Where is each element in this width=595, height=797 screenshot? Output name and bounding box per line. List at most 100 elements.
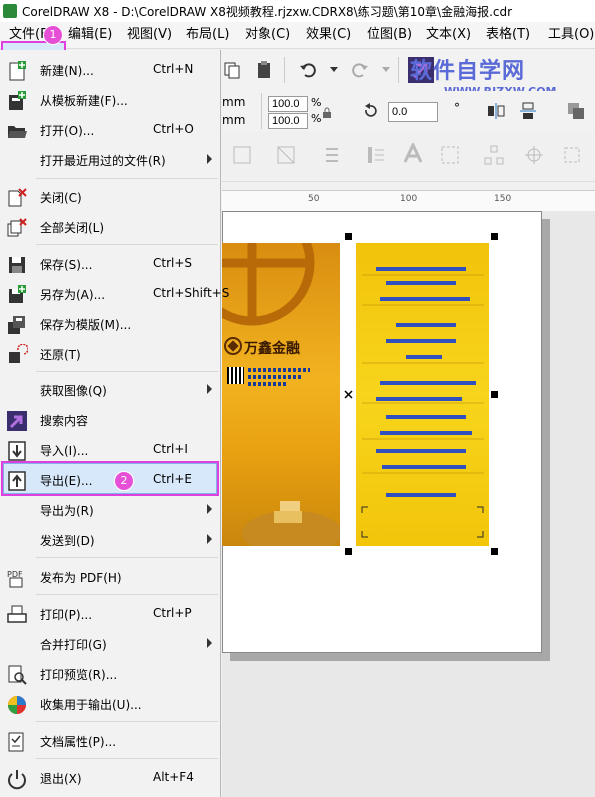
rotate-icon xyxy=(365,103,377,117)
selection-handle[interactable] xyxy=(491,548,498,555)
menu-item-close-all[interactable]: 全部关闭(L) xyxy=(0,213,220,242)
save-template-icon xyxy=(8,316,25,334)
poster-back[interactable] xyxy=(356,243,489,546)
menu-item-print-merge[interactable]: 合并打印(G) xyxy=(0,630,220,659)
redo-icon[interactable] xyxy=(350,60,370,80)
align-icon[interactable] xyxy=(322,145,342,165)
menu-item-search-content[interactable]: 搜索内容 xyxy=(0,406,220,435)
scale-y-input[interactable] xyxy=(268,113,308,129)
menu-item-export-as[interactable]: 导出为(R) xyxy=(0,496,220,525)
close-all-icon xyxy=(7,218,27,237)
menu-item-document-properties[interactable]: 文档属性(P)... xyxy=(0,727,220,756)
menu-item-label: 退出(X) xyxy=(40,772,82,786)
new-document-icon xyxy=(9,61,26,81)
mirror-horizontal-icon[interactable] xyxy=(486,101,506,121)
scale-x-input[interactable] xyxy=(268,96,308,112)
menu-item-exit[interactable]: 退出(X) Alt+F4 xyxy=(0,764,220,793)
poster-info-line xyxy=(248,368,310,372)
menu-item-shortcut: Alt+F4 xyxy=(153,770,194,784)
menu-item-shortcut: Ctrl+N xyxy=(153,62,194,76)
menu-item-new-from-template[interactable]: 从模板新建(F)... xyxy=(0,86,220,115)
menu-item-label: 导出为(R) xyxy=(40,504,94,518)
text-frame-icon[interactable] xyxy=(366,145,386,165)
menu-item-revert[interactable]: 还原(T) xyxy=(0,340,220,369)
menu-item-close[interactable]: 关闭(C) xyxy=(0,183,220,212)
menu-item-save-as[interactable]: 另存为(A)... Ctrl+Shift+S xyxy=(0,280,229,309)
menu-item-label: 打印预览(R)... xyxy=(40,668,118,682)
menu-item-print-preview[interactable]: 打印预览(R)... xyxy=(0,660,220,689)
menu-item-label: 全部关闭(L) xyxy=(40,221,105,235)
selection-handle[interactable] xyxy=(491,391,498,398)
menu-item-acquire-image[interactable]: 获取图像(Q) xyxy=(0,376,220,405)
menu-separator xyxy=(36,178,218,179)
menu-item-open-recent[interactable]: 打开最近用过的文件(R) xyxy=(0,146,220,175)
selection-handle[interactable] xyxy=(491,233,498,240)
menu-item-print[interactable]: 打印(P)... Ctrl+P xyxy=(0,600,220,629)
redo-dropdown-icon[interactable] xyxy=(382,67,390,73)
paste-icon[interactable] xyxy=(254,60,274,80)
menu-item-publish-pdf[interactable]: PDF 发布为 PDF(H) xyxy=(0,563,220,592)
menu-item-save[interactable]: 保存(S)... Ctrl+S xyxy=(0,250,220,279)
menu-effects[interactable]: 效果(C) xyxy=(306,25,351,45)
menu-item-shortcut: Ctrl+E xyxy=(153,472,192,486)
menu-item-label: 新建(N)... xyxy=(40,64,94,78)
menu-tools[interactable]: 工具(O) xyxy=(548,25,594,45)
print-icon xyxy=(7,605,27,623)
horizontal-ruler[interactable]: 50 100 150 xyxy=(222,190,595,212)
convert-curve-icon[interactable] xyxy=(440,145,460,165)
menu-item-collect-output[interactable]: 收集用于输出(U)... xyxy=(0,690,220,719)
submenu-arrow-icon xyxy=(207,504,212,514)
ruler-tick-label: 150 xyxy=(494,194,512,204)
menu-item-shortcut: Ctrl+Shift+S xyxy=(153,286,230,300)
selection-handle[interactable] xyxy=(345,548,352,555)
menu-item-shortcut: Ctrl+S xyxy=(153,256,193,270)
menu-layout[interactable]: 布局(L) xyxy=(186,25,229,45)
menu-text[interactable]: 文本(X) xyxy=(426,25,471,45)
menu-item-save-template[interactable]: 保存为模版(M)... xyxy=(0,310,220,339)
coreldraw-app-icon xyxy=(3,4,17,18)
menu-table[interactable]: 表格(T) xyxy=(486,25,530,45)
simplify-icon[interactable] xyxy=(276,145,296,165)
menu-separator xyxy=(36,721,218,722)
menu-item-import[interactable]: 导入(I)... Ctrl+I xyxy=(0,436,220,465)
ruler-tick-label: 50 xyxy=(308,194,320,204)
toolbar-divider xyxy=(284,57,285,83)
menu-item-label: 文档属性(P)... xyxy=(40,735,117,749)
target-icon[interactable] xyxy=(524,145,544,165)
mirror-vertical-icon[interactable] xyxy=(518,101,538,121)
menu-item-open[interactable]: 打开(O)... Ctrl+O xyxy=(0,116,220,145)
bounding-box-icon[interactable] xyxy=(562,145,582,165)
undo-icon[interactable] xyxy=(298,60,318,80)
menu-view[interactable]: 视图(V) xyxy=(127,25,172,45)
menu-item-new[interactable]: 新建(N)... Ctrl+N xyxy=(0,56,220,85)
menu-item-label: 还原(T) xyxy=(40,348,81,362)
menu-edit[interactable]: 编辑(E) xyxy=(68,25,112,45)
menu-object[interactable]: 对象(C) xyxy=(245,25,290,45)
selection-handle[interactable] xyxy=(345,233,352,240)
arrange-icon[interactable] xyxy=(566,101,586,121)
menu-bar: 文件(F) 编辑(E) 视图(V) 布局(L) 对象(C) 效果(C) 位图(B… xyxy=(0,22,595,72)
menu-item-label: 发布为 PDF(H) xyxy=(40,571,122,585)
menu-item-label: 保存(S)... xyxy=(40,258,93,272)
submenu-arrow-icon xyxy=(207,154,212,164)
menu-bitmaps[interactable]: 位图(B) xyxy=(367,25,412,45)
pdf-icon: PDF xyxy=(7,570,23,588)
watermark-title: 软件自学网 xyxy=(410,59,526,84)
text-tool-icon[interactable] xyxy=(402,143,424,165)
menu-item-label: 搜索内容 xyxy=(40,414,89,428)
submenu-arrow-icon xyxy=(207,638,212,648)
node-icon[interactable] xyxy=(484,145,504,165)
menu-separator xyxy=(36,594,218,595)
title-bar: CorelDRAW X8 - D:\CorelDRAW X8视频教程.rjzxw… xyxy=(0,0,595,22)
menu-item-export[interactable]: 导出(E)... Ctrl+E xyxy=(0,466,220,495)
menu-item-send-to[interactable]: 发送到(D) xyxy=(0,526,220,555)
lock-ratio-icon[interactable] xyxy=(322,107,332,119)
undo-dropdown-icon[interactable] xyxy=(330,67,338,73)
copy-icon[interactable] xyxy=(222,60,242,80)
menu-item-label: 打开最近用过的文件(R) xyxy=(40,154,166,168)
weld-icon[interactable] xyxy=(232,145,252,165)
rotation-input[interactable] xyxy=(388,102,438,122)
menu-separator xyxy=(36,244,218,245)
percent-label-y: % xyxy=(311,112,322,125)
poster-front[interactable]: 万鑫金融 xyxy=(222,243,340,546)
